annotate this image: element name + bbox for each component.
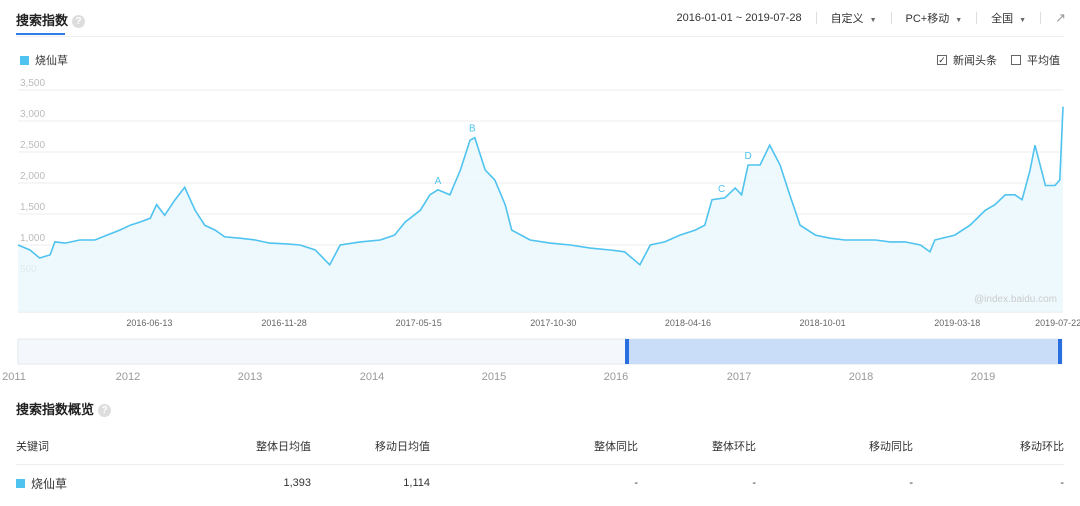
col-overall-yoy: 整体同比	[430, 428, 638, 465]
timeline-year-label: 2017	[727, 371, 751, 383]
col-mobile-mom: 移动环比	[913, 428, 1064, 465]
timeline-handle-left	[625, 339, 629, 364]
cell-mobile-yoy: -	[909, 477, 913, 490]
overview-title-text: 搜索指数概览	[16, 402, 95, 417]
annotation-a: A	[435, 176, 442, 187]
timeline-selection	[627, 339, 1061, 364]
annotation-c: C	[718, 184, 725, 195]
help-icon[interactable]: ?	[98, 404, 112, 417]
x-tick-label: 2017-10-30	[530, 318, 576, 328]
cell-mobile-avg: 1,114	[403, 477, 430, 490]
cell-mobile-mom: -	[1060, 477, 1064, 490]
search-index-chart[interactable]: 3,5003,0002,5002,0001,5001,000500ABCD201…	[0, 0, 1080, 390]
cell-overall-avg: 1,393	[283, 477, 311, 490]
annotation-d: D	[744, 151, 751, 162]
timeline-year-label: 2014	[360, 371, 384, 383]
x-tick-label: 2016-06-13	[126, 318, 172, 328]
table-row: 烧仙草 1,393 1,114 - - - -	[16, 464, 1064, 502]
y-tick-label: 1,500	[20, 202, 45, 213]
y-tick-label: 2,500	[20, 140, 45, 151]
x-tick-label: 2018-10-01	[800, 318, 846, 328]
col-mobile-yoy: 移动同比	[756, 428, 913, 465]
timeline-year-label: 2019	[971, 371, 995, 383]
col-overall-avg: 整体日均值	[196, 428, 311, 465]
series-area	[18, 106, 1063, 312]
x-tick-label: 2019-07-22	[1035, 318, 1080, 328]
y-tick-label: 3,000	[20, 109, 45, 120]
timeline-year-label: 2015	[482, 371, 506, 383]
overview-title: 搜索指数概览?	[16, 399, 112, 418]
overview-table: 关键词 整体日均值 移动日均值 整体同比 整体环比 移动同比 移动环比 烧仙草 …	[16, 428, 1064, 502]
annotation-b: B	[469, 124, 476, 135]
keyword-swatch	[16, 478, 25, 488]
x-tick-label: 2019-03-18	[934, 318, 980, 328]
col-keyword: 关键词	[16, 428, 196, 465]
keyword-text: 烧仙草	[31, 476, 68, 491]
timeline-year-label: 2016	[604, 371, 628, 383]
timeline-year-label: 2011	[2, 371, 26, 383]
watermark: @index.baidu.com	[974, 294, 1057, 305]
timeline-handle-right	[1058, 339, 1062, 364]
cell-overall-yoy: -	[634, 477, 638, 490]
timeline-year-label: 2018	[849, 371, 873, 383]
y-tick-label: 1,000	[20, 233, 45, 244]
x-tick-label: 2016-11-28	[261, 318, 306, 328]
timeline-year-label: 2013	[238, 371, 262, 383]
cell-overall-mom: -	[752, 477, 756, 490]
col-overall-mom: 整体环比	[638, 428, 756, 465]
col-mobile-avg: 移动日均值	[311, 428, 430, 465]
cell-keyword: 烧仙草	[16, 464, 196, 502]
y-tick-label: 2,000	[20, 171, 45, 182]
x-tick-label: 2018-04-16	[665, 318, 711, 328]
timeline-year-label: 2012	[116, 371, 140, 383]
table-header: 关键词 整体日均值 移动日均值 整体同比 整体环比 移动同比 移动环比	[16, 428, 1064, 465]
x-tick-label: 2017-05-15	[396, 318, 442, 328]
y-tick-label: 3,500	[20, 78, 45, 89]
